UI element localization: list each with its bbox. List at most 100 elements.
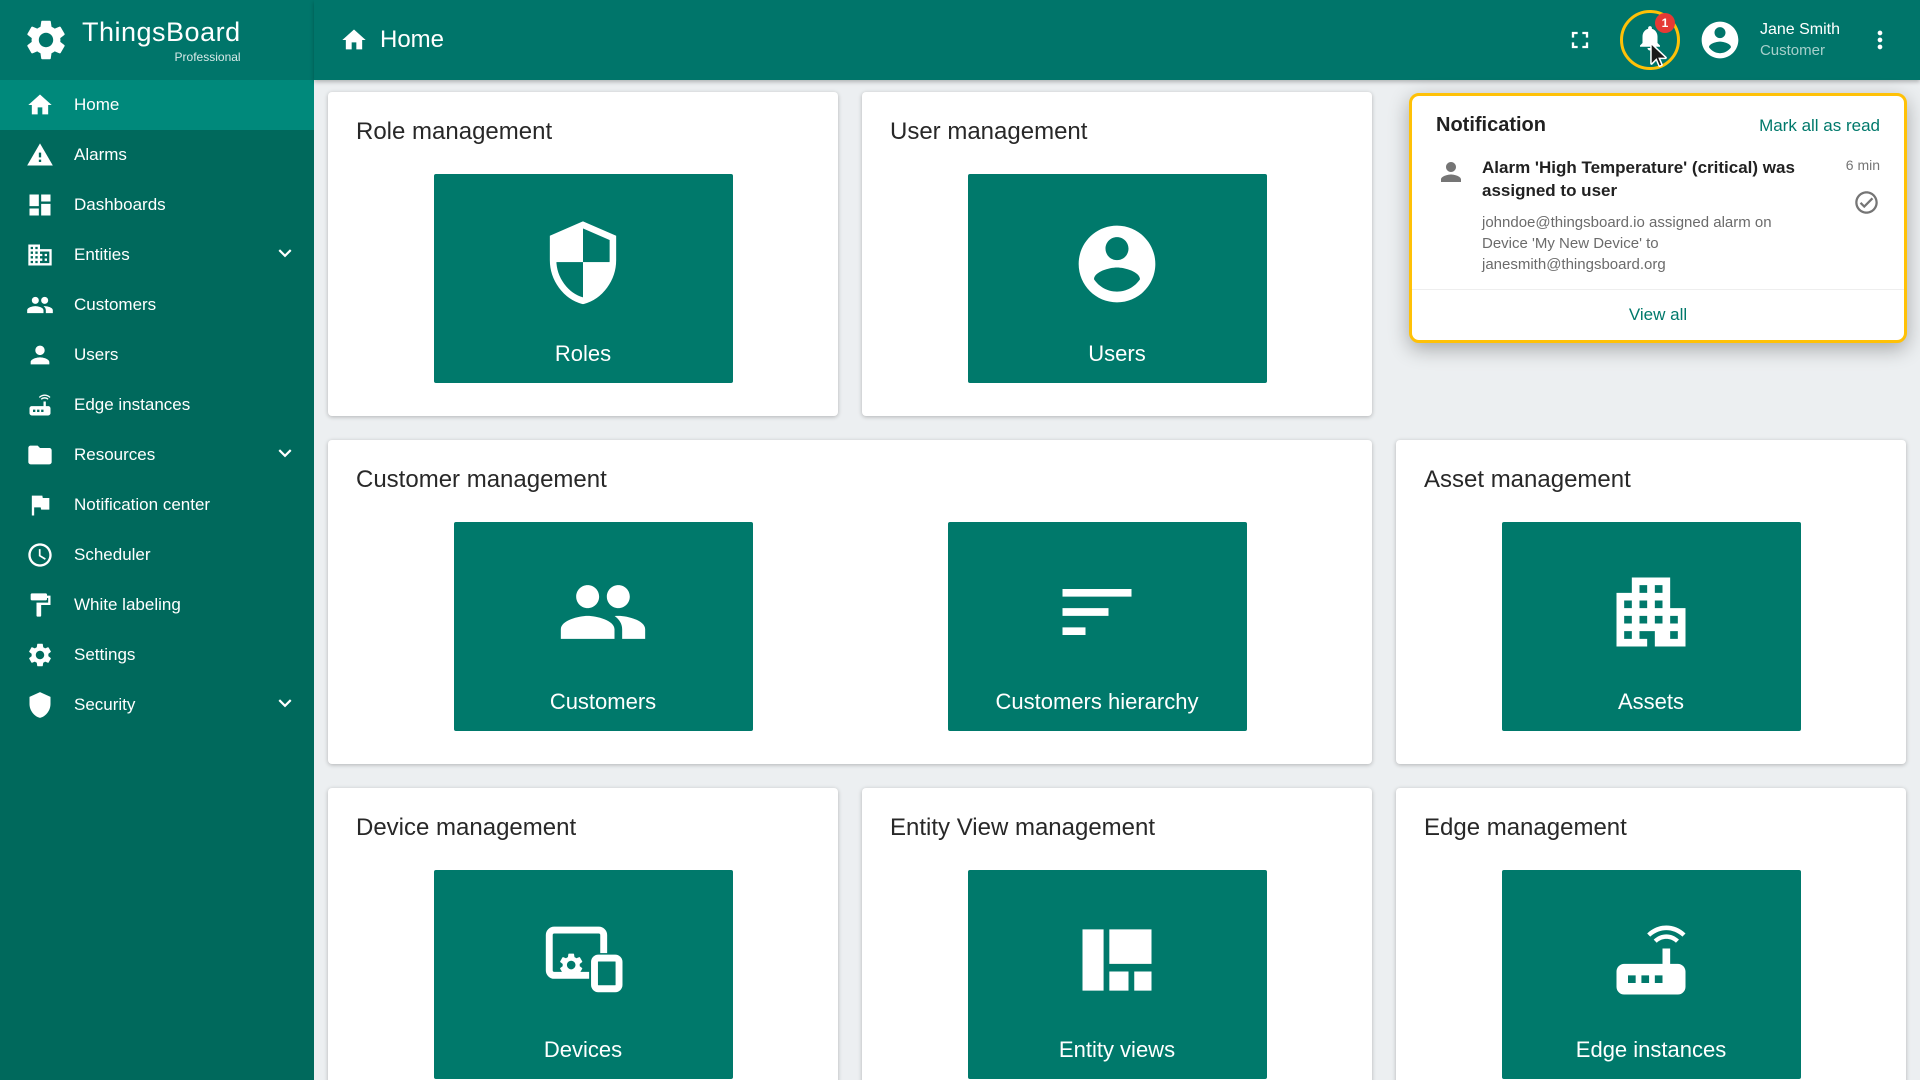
sidebar-item-users[interactable]: Users xyxy=(0,330,314,380)
sidebar-item-label: Notification center xyxy=(74,495,210,515)
sidebar-item-label: White labeling xyxy=(74,595,181,615)
fullscreen-button[interactable] xyxy=(1558,18,1602,62)
person-icon xyxy=(26,341,54,369)
card-entity-view-management: Entity View management Entity views xyxy=(862,788,1372,1080)
card-title: Asset management xyxy=(1424,466,1878,494)
card-edge-management: Edge management Edge instances xyxy=(1396,788,1906,1080)
tile-users[interactable]: Users xyxy=(968,174,1267,383)
sidebar-item-edge-instances[interactable]: Edge instances xyxy=(0,380,314,430)
sidebar-item-dashboards[interactable]: Dashboards xyxy=(0,180,314,230)
chevron-down-icon[interactable] xyxy=(272,690,298,721)
gear-icon xyxy=(26,641,54,669)
user-role: Customer xyxy=(1760,41,1840,61)
notification-popup: Notification Mark all as read Alarm 'Hig… xyxy=(1409,93,1907,343)
account-circle-icon xyxy=(1698,17,1742,63)
home-icon xyxy=(340,26,368,54)
notification-title: Alarm 'High Temperature' (critical) was … xyxy=(1482,157,1812,203)
view-all-button[interactable]: View all xyxy=(1412,289,1904,340)
sidebar-item-scheduler[interactable]: Scheduler xyxy=(0,530,314,580)
home-icon xyxy=(26,91,54,119)
sidebar-item-label: Scheduler xyxy=(74,545,151,565)
people-icon xyxy=(26,291,54,319)
people-icon xyxy=(557,566,649,658)
sidebar-item-label: Settings xyxy=(74,645,135,665)
folder-icon xyxy=(26,441,54,469)
card-asset-management: Asset management Assets xyxy=(1396,440,1906,764)
page-title: Home xyxy=(340,26,444,54)
sidebar-item-entities[interactable]: Entities xyxy=(0,230,314,280)
roles-shield-icon xyxy=(537,218,629,310)
view-quilt-icon xyxy=(1071,914,1163,1006)
sidebar-item-white-labeling[interactable]: White labeling xyxy=(0,580,314,630)
thingsboard-logo[interactable]: ThingsBoard Professional xyxy=(0,0,314,80)
chevron-down-icon[interactable] xyxy=(272,240,298,271)
sidebar-nav: Home Alarms Dashboards Entities Customer… xyxy=(0,80,314,730)
sidebar-item-notification-center[interactable]: Notification center xyxy=(0,480,314,530)
sidebar-item-security[interactable]: Security xyxy=(0,680,314,730)
more-menu-button[interactable] xyxy=(1858,18,1902,62)
notification-count-badge: 1 xyxy=(1655,13,1675,33)
sidebar-item-label: Edge instances xyxy=(74,395,190,415)
warning-icon xyxy=(26,141,54,169)
notification-body: johndoe@thingsboard.io assigned alarm on… xyxy=(1482,212,1817,275)
paint-icon xyxy=(26,591,54,619)
tile-roles[interactable]: Roles xyxy=(434,174,733,383)
notification-popup-title: Notification xyxy=(1436,114,1546,137)
card-customer-management: Customer management Customers Customers … xyxy=(328,440,1372,764)
sidebar-item-label: Home xyxy=(74,95,119,115)
hierarchy-sort-icon xyxy=(1051,566,1143,658)
sidebar: ThingsBoard Professional Home Alarms Das… xyxy=(0,0,314,1080)
sidebar-item-label: Resources xyxy=(74,445,155,465)
tile-customers[interactable]: Customers xyxy=(454,522,753,731)
sidebar-item-settings[interactable]: Settings xyxy=(0,630,314,680)
card-title: Role management xyxy=(356,118,810,146)
brand-edition: Professional xyxy=(82,50,241,64)
tile-customers-hierarchy[interactable]: Customers hierarchy xyxy=(948,522,1247,731)
top-toolbar: Home 1 Jane Smith Custome xyxy=(314,0,1920,80)
card-title: Device management xyxy=(356,814,810,842)
card-title: User management xyxy=(890,118,1344,146)
mouse-cursor xyxy=(1645,41,1671,67)
clock-icon xyxy=(26,541,54,569)
notification-item[interactable]: Alarm 'High Temperature' (critical) was … xyxy=(1412,147,1904,289)
tile-devices[interactable]: Devices xyxy=(434,870,733,1079)
account-circle-icon xyxy=(1071,218,1163,310)
sidebar-item-resources[interactable]: Resources xyxy=(0,430,314,480)
building-icon xyxy=(1605,566,1697,658)
card-title: Customer management xyxy=(356,466,1344,494)
person-icon xyxy=(1436,157,1466,275)
card-role-management: Role management Roles xyxy=(328,92,838,416)
router-icon xyxy=(1605,914,1697,1006)
sidebar-item-label: Alarms xyxy=(74,145,127,165)
sidebar-item-customers[interactable]: Customers xyxy=(0,280,314,330)
tile-assets[interactable]: Assets xyxy=(1502,522,1801,731)
card-device-management: Device management Devices xyxy=(328,788,838,1080)
card-title: Entity View management xyxy=(890,814,1344,842)
tile-edge-instances[interactable]: Edge instances xyxy=(1502,870,1801,1079)
user-avatar[interactable] xyxy=(1698,18,1742,62)
user-info[interactable]: Jane Smith Customer xyxy=(1760,20,1840,60)
sidebar-item-label: Security xyxy=(74,695,135,715)
shield-icon xyxy=(26,691,54,719)
user-name: Jane Smith xyxy=(1760,20,1840,41)
kebab-menu-icon xyxy=(1866,26,1894,54)
mark-read-check-icon[interactable] xyxy=(1853,189,1880,221)
card-user-management: User management Users xyxy=(862,92,1372,416)
brand-name: ThingsBoard xyxy=(82,17,241,48)
devices-icon xyxy=(537,914,629,1006)
fullscreen-icon xyxy=(1566,26,1594,54)
sidebar-item-alarms[interactable]: Alarms xyxy=(0,130,314,180)
notifications-button[interactable]: 1 xyxy=(1620,10,1680,70)
dashboard-icon xyxy=(26,191,54,219)
tile-entity-views[interactable]: Entity views xyxy=(968,870,1267,1079)
sidebar-item-label: Customers xyxy=(74,295,156,315)
flag-icon xyxy=(26,491,54,519)
sidebar-item-label: Users xyxy=(74,345,118,365)
card-title: Edge management xyxy=(1424,814,1878,842)
sidebar-item-home[interactable]: Home xyxy=(0,80,314,130)
router-icon xyxy=(26,391,54,419)
domain-icon xyxy=(26,241,54,269)
mark-all-as-read-link[interactable]: Mark all as read xyxy=(1759,116,1880,136)
sidebar-item-label: Dashboards xyxy=(74,195,166,215)
chevron-down-icon[interactable] xyxy=(272,440,298,471)
